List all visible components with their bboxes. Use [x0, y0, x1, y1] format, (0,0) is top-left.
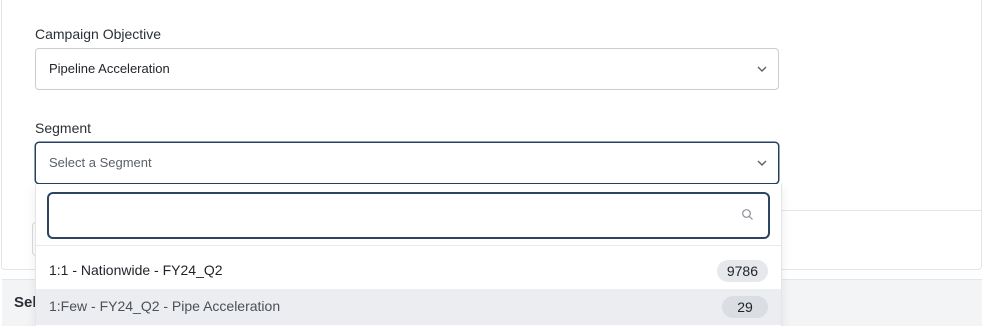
- segment-count-badge: 9786: [716, 260, 768, 282]
- segment-option-label: 1:Few - FY24_Q2 - Pipe Acceleration: [49, 298, 281, 314]
- segment-search-input[interactable]: [48, 193, 769, 238]
- campaign-objective-value: Pipeline Acceleration: [49, 61, 170, 76]
- segment-option[interactable]: 1:Few - FY24_Q2 - Pipe Acceleration 29: [36, 289, 781, 325]
- segment-select[interactable]: Select a Segment: [35, 142, 779, 184]
- campaign-objective-label: Campaign Objective: [35, 26, 162, 42]
- segment-option-label: 1:1 - Nationwide - FY24_Q2: [49, 262, 223, 278]
- search-icon: [742, 209, 753, 220]
- chevron-down-icon: [757, 160, 767, 166]
- chevron-down-icon: [757, 66, 767, 72]
- segment-placeholder: Select a Segment: [49, 155, 152, 170]
- segment-dropdown-menu: 1:1 - Nationwide - FY24_Q2 9786 1:Few - …: [35, 184, 782, 326]
- campaign-objective-select[interactable]: Pipeline Acceleration: [35, 48, 779, 90]
- dropdown-search-area: [36, 184, 781, 246]
- segment-count-badge: 29: [722, 296, 768, 318]
- page: Select Campaign Objective Pipeline Accel…: [0, 0, 982, 326]
- segment-option[interactable]: 1:1 - Nationwide - FY24_Q2 9786: [36, 253, 781, 289]
- segment-label: Segment: [35, 120, 92, 136]
